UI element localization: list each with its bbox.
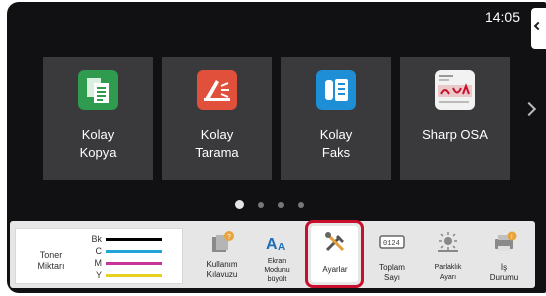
toner-label: Y [95, 270, 102, 280]
scan-icon [197, 70, 237, 110]
app-label-line1: Kolay [200, 127, 234, 142]
clock: 14:05 [484, 9, 520, 25]
toner-row-black: Bk [88, 234, 178, 245]
svg-text:A: A [266, 236, 278, 253]
next-page-arrow-icon[interactable] [521, 101, 537, 117]
toner-row-yellow: Y [88, 270, 178, 281]
toner-title-line2: Miktarı [37, 261, 65, 271]
tool-label: Parlaklık Ayarı [420, 263, 476, 283]
toner-bar-magenta [106, 262, 162, 265]
page-dot[interactable] [235, 200, 244, 209]
page-dot[interactable] [278, 201, 284, 208]
app-label-line2: Faks [321, 145, 351, 160]
tool-label: Kullanım Kılavuzu [194, 260, 250, 280]
toner-label: M [94, 258, 103, 268]
app-grid: Kolay Kopya Kolay Tarama Kolay Faks Shar… [43, 57, 510, 180]
tool-label-line2: Ayarı [439, 274, 457, 281]
job-status-button[interactable]: ! İş Durumu [476, 227, 532, 285]
manual-icon: ? [212, 231, 234, 252]
app-easy-scan[interactable]: Kolay Tarama [162, 57, 272, 180]
svg-text:?: ? [227, 234, 231, 241]
brightness-button[interactable]: Parlaklık Ayarı [420, 227, 476, 285]
chevron-left-icon [533, 21, 543, 31]
tool-label-line1: Toplam [379, 263, 405, 272]
app-label-line2: Tarama [195, 145, 239, 160]
counter-icon: 0124 [379, 235, 405, 249]
page-dot[interactable] [298, 201, 304, 208]
total-count-button[interactable]: 0124 Toplam Sayı [364, 227, 420, 285]
tool-label: İş Durumu [476, 263, 532, 283]
tool-label-line2: Sayı [383, 273, 400, 282]
user-guide-button[interactable]: ? Kullanım Kılavuzu [194, 227, 250, 285]
toner-bar-black [106, 238, 162, 241]
enlarge-display-button[interactable]: A A Ekran Modunu büyült [249, 227, 305, 285]
toner-row-magenta: M [88, 258, 178, 269]
svg-text:A: A [278, 242, 285, 253]
toner-bar-yellow [106, 274, 162, 277]
copy-icon [78, 70, 118, 110]
app-easy-fax[interactable]: Kolay Faks [281, 57, 391, 180]
tool-label: Ekran Modunu büyült [249, 257, 305, 284]
counter-text: 0124 [383, 240, 400, 248]
app-label-line2: Kopya [79, 145, 117, 160]
sharp-osa-icon [435, 70, 475, 110]
tool-label-line1: Ekran [267, 258, 287, 265]
job-status-icon: ! [495, 231, 517, 251]
side-panel-tab[interactable] [531, 8, 546, 49]
settings-highlight-frame [305, 220, 364, 288]
page-dot[interactable] [258, 201, 264, 208]
app-label: Kolay Tarama [162, 126, 272, 162]
app-label: Kolay Faks [281, 126, 391, 162]
toner-bar-cyan [106, 250, 162, 253]
tool-label-line2: Modunu [264, 267, 290, 274]
tool-label-line1: İş [500, 263, 508, 272]
app-label-line1: Kolay [319, 127, 353, 142]
toner-label: Bk [91, 234, 102, 244]
app-label: Kolay Kopya [43, 126, 153, 162]
brightness-icon [438, 232, 458, 252]
toner-label: C [95, 246, 103, 256]
toner-title-line1: Toner [39, 250, 63, 260]
tool-label-line1: Kullanım [206, 260, 238, 269]
app-sharp-osa[interactable]: Sharp OSA [400, 57, 510, 180]
text-size-icon: A A [266, 236, 285, 253]
toner-level-panel[interactable]: Toner Miktarı Bk C M Y [15, 228, 183, 284]
app-easy-copy[interactable]: Kolay Kopya [43, 57, 153, 180]
page-indicator [235, 200, 304, 209]
tool-label: Toplam Sayı [364, 263, 420, 283]
toner-title: Toner Miktarı [28, 250, 74, 272]
tool-label-line2: Durumu [489, 273, 519, 282]
toner-row-cyan: C [88, 246, 178, 257]
fax-icon [316, 70, 356, 110]
tool-label-line2: Kılavuzu [206, 270, 238, 279]
tool-label-line3: büyült [267, 276, 287, 283]
app-label: Sharp OSA [400, 126, 510, 144]
app-label-line1: Kolay [81, 127, 115, 142]
app-label-line1: Sharp OSA [422, 127, 488, 142]
tool-label-line1: Parlaklık [434, 264, 462, 271]
